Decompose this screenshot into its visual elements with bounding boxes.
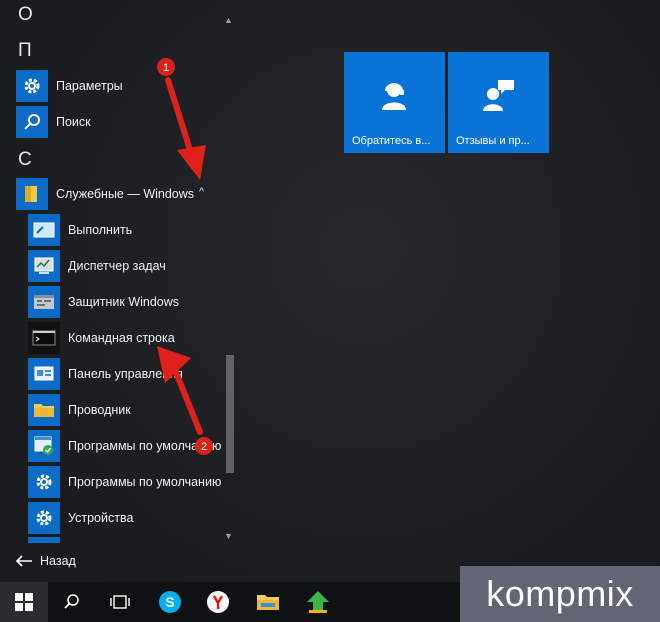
download-icon bbox=[307, 591, 329, 613]
default-programs-icon bbox=[28, 430, 60, 462]
subitem-label: Панель управления bbox=[68, 367, 183, 381]
subitem-task-manager[interactable]: Диспетчер задач bbox=[28, 249, 166, 283]
back-label: Назад bbox=[40, 554, 76, 568]
start-menu-app-list: О П Параметры Поиск С Служебные — Window… bbox=[0, 0, 240, 582]
subitem-default-programs-1[interactable]: Программы по умолчанию bbox=[28, 429, 221, 463]
tile-feedback[interactable]: Отзывы и пр... bbox=[448, 52, 549, 153]
subitem-control-panel[interactable]: Панель управления bbox=[28, 357, 183, 391]
tile-label: Обратитесь в... bbox=[352, 135, 431, 147]
search-icon bbox=[16, 106, 48, 138]
taskbar-download-app[interactable] bbox=[294, 582, 342, 622]
subitem-run[interactable]: Выполнить bbox=[28, 213, 132, 247]
scroll-down-arrow-icon[interactable]: ▼ bbox=[224, 531, 233, 541]
search-icon bbox=[64, 594, 79, 609]
task-view-button[interactable] bbox=[96, 582, 144, 622]
app-label: Поиск bbox=[56, 115, 91, 129]
app-label: Параметры bbox=[56, 79, 123, 93]
taskbar-file-explorer[interactable] bbox=[244, 582, 292, 622]
subitem-defender[interactable]: Защитник Windows bbox=[28, 285, 179, 319]
chevron-up-icon[interactable]: ^ bbox=[199, 186, 204, 198]
subitem-label: Программы по умолчанию bbox=[68, 439, 222, 453]
start-icon bbox=[15, 593, 33, 611]
folder-label: Служебные — Windows bbox=[56, 187, 195, 201]
skype-icon: S bbox=[159, 591, 181, 613]
folder-icon bbox=[28, 394, 60, 426]
subitem-label: Диспетчер задач bbox=[68, 259, 166, 273]
group-letter-o[interactable]: О bbox=[18, 4, 33, 26]
scrollbar-thumb[interactable] bbox=[226, 355, 234, 473]
start-button[interactable] bbox=[0, 582, 48, 622]
tile-contact-support[interactable]: Обратитесь в... bbox=[344, 52, 445, 153]
gear-icon bbox=[28, 466, 60, 498]
watermark: kompmix bbox=[460, 566, 660, 622]
gear-icon bbox=[16, 70, 48, 102]
app-settings[interactable]: Параметры bbox=[16, 69, 123, 103]
taskbar-search-button[interactable] bbox=[48, 582, 96, 622]
file-explorer-icon bbox=[257, 595, 279, 610]
defender-icon bbox=[28, 286, 60, 318]
back-button[interactable]: Назад bbox=[14, 550, 76, 572]
svg-text:S: S bbox=[165, 594, 174, 610]
subitem-explorer[interactable]: Проводник bbox=[28, 393, 131, 427]
subitem-default-programs-2[interactable]: Программы по умолчанию bbox=[28, 465, 221, 499]
subitem-label: Защитник Windows bbox=[68, 295, 180, 309]
subitem-devices[interactable]: Устройства bbox=[28, 501, 133, 535]
run-icon bbox=[28, 214, 60, 246]
partial-icon bbox=[28, 537, 60, 543]
terminal-icon bbox=[28, 322, 60, 354]
subitem-command-prompt[interactable]: Командная строка bbox=[28, 321, 175, 355]
feedback-icon bbox=[483, 80, 514, 111]
taskbar-skype[interactable]: S bbox=[146, 582, 194, 622]
folder-windows-accessories[interactable]: Служебные — Windows ^ bbox=[16, 177, 216, 211]
task-manager-icon bbox=[28, 250, 60, 282]
group-letter-p[interactable]: П bbox=[18, 40, 32, 62]
taskbar-yandex-browser[interactable] bbox=[194, 582, 242, 622]
scroll-up-arrow-icon[interactable]: ▲ bbox=[224, 15, 233, 25]
tile-label: Отзывы и пр... bbox=[456, 135, 530, 147]
app-search[interactable]: Поиск bbox=[16, 105, 91, 139]
support-agent-icon bbox=[382, 83, 406, 110]
subitem-label: Проводник bbox=[68, 403, 131, 417]
subitem-label: Программы по умолчанию bbox=[68, 475, 222, 489]
subitem-partial bbox=[28, 537, 60, 543]
control-panel-icon bbox=[28, 358, 60, 390]
gear-icon bbox=[28, 502, 60, 534]
subitem-label: Командная строка bbox=[68, 331, 175, 345]
subitem-label: Выполнить bbox=[68, 223, 133, 237]
yandex-browser-icon bbox=[207, 591, 229, 613]
group-letter-s[interactable]: С bbox=[18, 149, 32, 171]
task-view-icon bbox=[110, 595, 130, 609]
subitem-label: Устройства bbox=[68, 511, 134, 525]
folder-icon bbox=[16, 178, 48, 210]
back-arrow-icon bbox=[15, 555, 32, 567]
